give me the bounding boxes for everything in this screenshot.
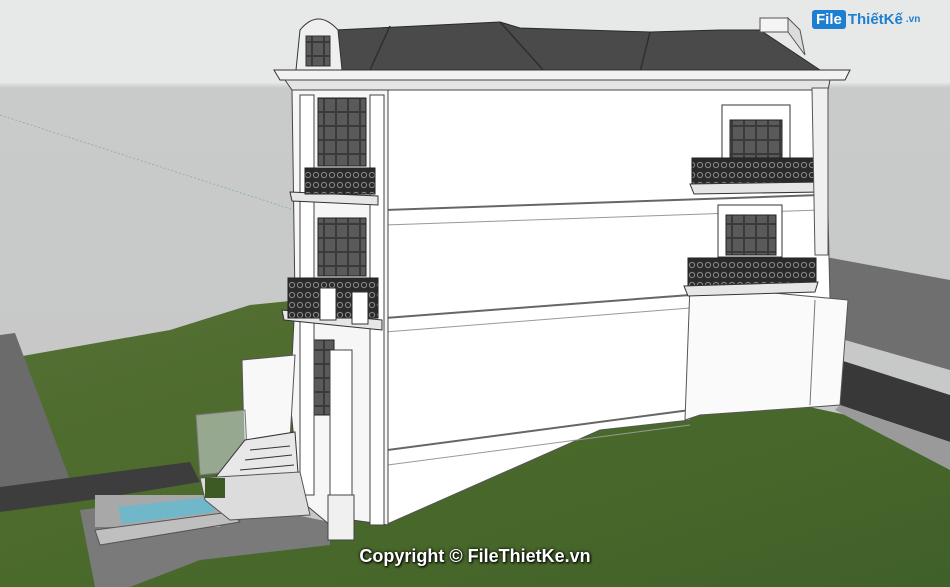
roof (329, 21, 822, 73)
gable-window (305, 35, 331, 67)
chimney (759, 17, 789, 33)
front-balcony-2f-post (319, 287, 337, 321)
front-balcony-2f-post-2 (351, 291, 369, 325)
brand-logo: File ThiếtKế .vn (812, 10, 920, 29)
side-window-2f-glass (725, 214, 777, 256)
side-balcony-3f-rail (691, 157, 823, 187)
copyright-watermark: Copyright © FileThietKe.vn (359, 546, 591, 566)
cornice-lower (284, 79, 831, 91)
front-balcony-3f-rail (304, 167, 376, 195)
entrance-canopy (241, 354, 296, 441)
cornice (273, 69, 851, 81)
front-window-3f (317, 97, 367, 167)
side-balcony-3f-slab (689, 181, 826, 195)
lower-wing (684, 284, 849, 421)
front-window-2f (317, 217, 367, 277)
logo-box: File (812, 10, 846, 29)
logo-domain: .vn (905, 14, 921, 25)
3d-house-model-render (0, 0, 950, 587)
front-pillar-foot (327, 494, 355, 541)
side-window-3f-glass (729, 119, 783, 159)
side-corner-trim (811, 87, 829, 256)
hedge (205, 478, 225, 498)
logo-text: ThiếtKế (847, 11, 903, 28)
